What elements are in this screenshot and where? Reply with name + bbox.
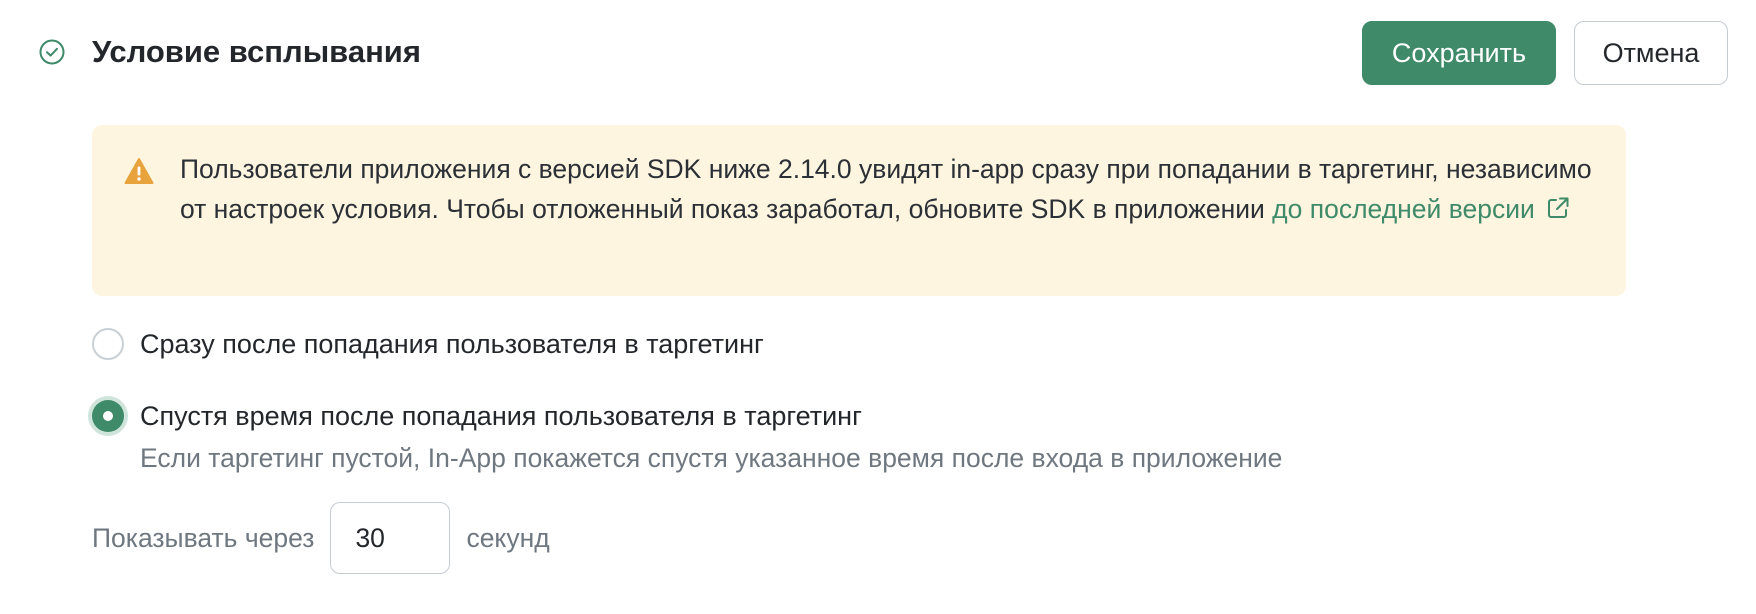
radio-immediately[interactable] <box>92 328 124 360</box>
option-immediately[interactable]: Сразу после попадания пользователя в тар… <box>92 326 764 362</box>
check-circle-icon <box>38 38 66 66</box>
sdk-warning-alert: Пользователи приложения с версией SDK ни… <box>92 125 1626 296</box>
save-button[interactable]: Сохранить <box>1362 21 1556 85</box>
delay-seconds-input[interactable] <box>330 502 451 574</box>
delay-row: Показывать через секунд <box>92 502 550 574</box>
option-after-delay-label: Спустя время после попадания пользовател… <box>140 401 862 431</box>
section-header: Условие всплывания Сохранить Отмена <box>0 0 1756 100</box>
alert-message: Пользователи приложения с версией SDK ни… <box>180 149 1600 229</box>
external-link-icon <box>1545 195 1571 221</box>
option-after-delay-hint: Если таргетинг пустой, In-App покажется … <box>140 443 1283 473</box>
option-immediately-label: Сразу после попадания пользователя в тар… <box>140 329 764 359</box>
latest-version-link[interactable]: до последней версии <box>1272 194 1571 224</box>
warning-triangle-icon <box>124 157 154 185</box>
cancel-button[interactable]: Отмена <box>1574 21 1728 85</box>
popup-condition-section: Условие всплывания Сохранить Отмена Поль… <box>0 0 1756 614</box>
delay-suffix-label: секунд <box>466 522 550 553</box>
section-title: Условие всплывания <box>92 34 421 69</box>
option-after-delay[interactable]: Спустя время после попадания пользовател… <box>92 398 862 434</box>
radio-after-delay[interactable] <box>92 400 124 432</box>
delay-prefix-label: Показывать через <box>92 522 315 553</box>
latest-version-link-label: до последней версии <box>1272 194 1535 224</box>
